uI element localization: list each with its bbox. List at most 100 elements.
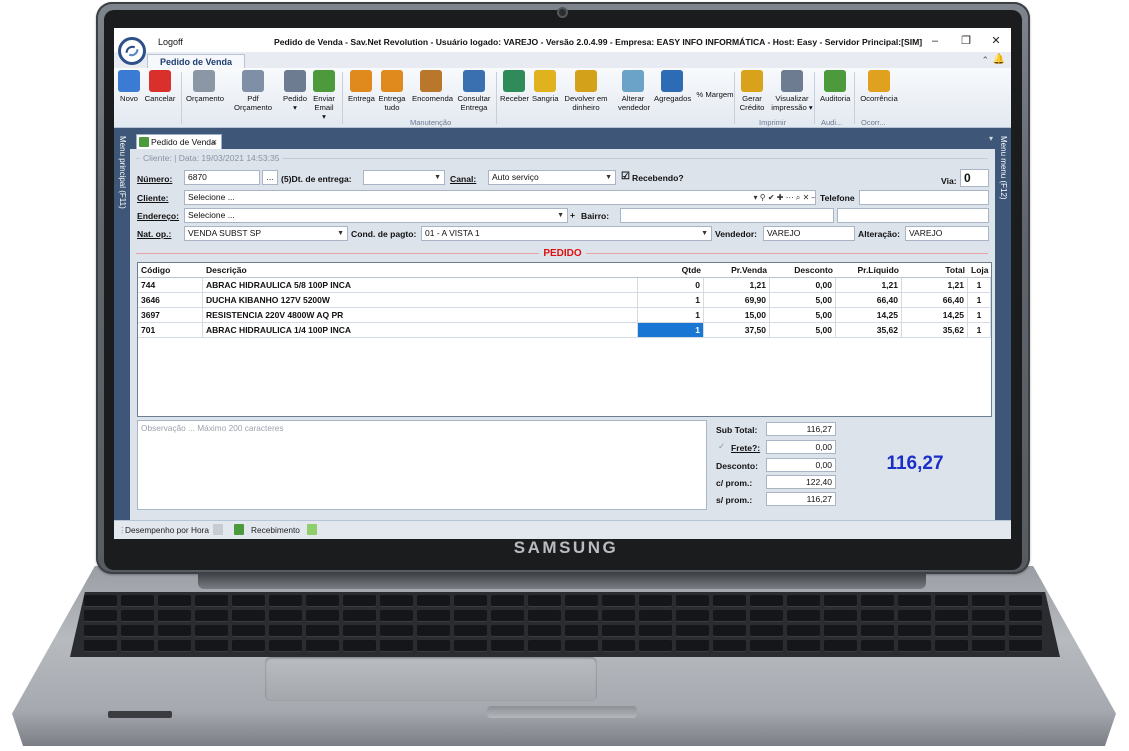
- table-cell[interactable]: ABRAC HIDRAULICA 1/4 100P INCA: [203, 323, 638, 338]
- collapse-ribbon-icon[interactable]: ⌃: [981, 55, 989, 66]
- dt-entrega-field[interactable]: ▼: [363, 170, 445, 185]
- table-cell[interactable]: 3697: [138, 308, 203, 323]
- ribbon-button-cash-register[interactable]: Receber: [500, 70, 529, 103]
- table-cell[interactable]: 1: [968, 278, 991, 293]
- table-cell[interactable]: RESISTENCIA 220V 4800W AQ PR: [203, 308, 638, 323]
- table-cell[interactable]: 66,40: [836, 293, 902, 308]
- ribbon-tab-pedido[interactable]: Pedido de Venda: [147, 54, 246, 68]
- frete-check-icon[interactable]: ✓: [718, 441, 725, 452]
- cond-pagto-select[interactable]: 01 - A VISTA 1 ▼: [421, 226, 712, 241]
- alteracao-field[interactable]: VAREJO: [905, 226, 989, 241]
- frete-field[interactable]: 0,00: [766, 440, 836, 454]
- bell-icon[interactable]: 🔔: [993, 54, 1005, 65]
- logoff-link[interactable]: Logoff: [158, 37, 183, 47]
- ribbon-button-truck-plus[interactable]: Entrega tudo: [378, 70, 406, 112]
- numero-lookup-button[interactable]: ...: [262, 170, 278, 185]
- table-cell[interactable]: 5,00: [770, 308, 836, 323]
- ribbon-button-new[interactable]: Novo: [118, 70, 140, 103]
- column-header[interactable]: Código: [138, 263, 203, 278]
- column-header[interactable]: Total: [902, 263, 968, 278]
- numero-field[interactable]: 6870: [184, 170, 260, 185]
- table-cell[interactable]: 1: [968, 308, 991, 323]
- table-row[interactable]: 744 ABRAC HIDRAULICA 5/8 100P INCA 0 1,21 0,…: [138, 278, 991, 293]
- report-icon[interactable]: [213, 524, 223, 535]
- excel-icon[interactable]: [307, 524, 317, 535]
- close-button[interactable]: ✕: [989, 34, 1003, 48]
- table-cell[interactable]: ABRAC HIDRAULICA 5/8 100P INCA: [203, 278, 638, 293]
- ribbon-button-truck[interactable]: Entrega: [348, 70, 375, 103]
- add-endereco-icon[interactable]: +: [570, 210, 575, 220]
- endereco-select[interactable]: Selecione ... ▼: [184, 208, 568, 223]
- document-tab[interactable]: Pedido de Venda ×: [136, 134, 222, 149]
- column-header[interactable]: Pr.Venda: [704, 263, 770, 278]
- table-cell[interactable]: 1: [968, 293, 991, 308]
- table-row[interactable]: 3697 RESISTENCIA 220V 4800W AQ PR 1 15,00 5,…: [138, 308, 991, 323]
- menu-menu-bar[interactable]: Menu menu (F12): [995, 128, 1011, 520]
- table-cell[interactable]: 5,00: [770, 323, 836, 338]
- table-cell[interactable]: 1: [968, 323, 991, 338]
- table-cell[interactable]: 35,62: [902, 323, 968, 338]
- table-row[interactable]: 701 ABRAC HIDRAULICA 1/4 100P INCA 1 37,50 5…: [138, 323, 991, 338]
- vendedor-field[interactable]: VAREJO: [763, 226, 855, 241]
- app-logo-icon[interactable]: [118, 37, 146, 65]
- table-cell[interactable]: 1,21: [704, 278, 770, 293]
- ribbon-button-cancel[interactable]: Cancelar: [144, 70, 176, 103]
- ribbon-button-refund[interactable]: Devolver em dinheiro: [562, 70, 610, 112]
- tab-list-dropdown-icon[interactable]: ▾: [989, 134, 993, 143]
- via-field[interactable]: 0: [960, 169, 989, 187]
- table-cell[interactable]: 69,90: [704, 293, 770, 308]
- table-cell[interactable]: 14,25: [902, 308, 968, 323]
- telefone-field[interactable]: [859, 190, 989, 205]
- ribbon-button-withdraw[interactable]: Sangria: [532, 70, 559, 103]
- table-cell[interactable]: 35,62: [836, 323, 902, 338]
- menu-principal-bar[interactable]: Menu principal (F11): [114, 128, 130, 520]
- minimize-button[interactable]: –: [928, 34, 942, 48]
- ribbon-button-budget[interactable]: Orçamento: [186, 70, 224, 103]
- column-header[interactable]: Desconto: [770, 263, 836, 278]
- table-cell[interactable]: 1,21: [836, 278, 902, 293]
- ribbon-button-email[interactable]: Enviar Email ▾: [312, 70, 336, 121]
- canal-select[interactable]: Auto serviço ▼: [488, 170, 616, 185]
- table-cell[interactable]: 5,00: [770, 293, 836, 308]
- desconto-field[interactable]: 0,00: [766, 458, 836, 472]
- table-cell[interactable]: 701: [138, 323, 203, 338]
- cliente-toolbar-icons[interactable]: ▾ ⚲ ✔ ✚ ⋯ ⌕ ✕ –: [754, 191, 815, 204]
- observacao-textarea[interactable]: Observação ... Máximo 200 caracteres: [137, 420, 707, 510]
- ribbon-button-aggregate[interactable]: Agregados: [654, 70, 691, 103]
- table-cell[interactable]: 3646: [138, 293, 203, 308]
- order-items-grid[interactable]: Código Descrição Qtde Pr.Venda Desconto Pr.Lí…: [137, 262, 992, 417]
- table-cell[interactable]: 1: [638, 293, 704, 308]
- table-cell[interactable]: 0: [638, 278, 704, 293]
- ribbon-button-user-switch[interactable]: Alterar vendedor: [618, 70, 650, 112]
- restore-button[interactable]: ❐: [959, 34, 973, 48]
- recebimento-icon[interactable]: [234, 524, 244, 535]
- natop-select[interactable]: VENDA SUBST SP ▼: [184, 226, 348, 241]
- table-cell[interactable]: 744: [138, 278, 203, 293]
- table-cell[interactable]: DUCHA KIBANHO 127V 5200W: [203, 293, 638, 308]
- ribbon-button-warning[interactable]: Ocorrência: [860, 70, 898, 103]
- column-header[interactable]: Descrição: [203, 263, 638, 278]
- table-cell[interactable]: 1,21: [902, 278, 968, 293]
- desempenho-link[interactable]: Desempenho por Hora: [125, 525, 209, 535]
- ribbon-button-pdf[interactable]: Pdf Orçamento: [228, 70, 278, 112]
- ribbon-button-credit[interactable]: Gerar Crédito: [734, 70, 770, 112]
- table-cell[interactable]: 1: [638, 323, 704, 338]
- ribbon-button-audit[interactable]: Auditoria: [820, 70, 850, 103]
- ribbon-button-print[interactable]: Pedido ▾: [282, 70, 308, 112]
- table-cell[interactable]: 14,25: [836, 308, 902, 323]
- table-cell[interactable]: 66,40: [902, 293, 968, 308]
- document-tab-close-icon[interactable]: ×: [212, 135, 217, 150]
- column-header[interactable]: Qtde: [638, 263, 704, 278]
- table-cell[interactable]: 37,50: [704, 323, 770, 338]
- table-cell[interactable]: 1: [638, 308, 704, 323]
- bairro-field[interactable]: [620, 208, 834, 223]
- column-header[interactable]: Pr.Líquido: [836, 263, 902, 278]
- cliente-select[interactable]: Selecione ... ▾ ⚲ ✔ ✚ ⋯ ⌕ ✕ –: [184, 190, 816, 205]
- table-row[interactable]: 3646 DUCHA KIBANHO 127V 5200W 1 69,90 5,00 66…: [138, 293, 991, 308]
- column-header[interactable]: Loja: [968, 263, 991, 278]
- table-cell[interactable]: 15,00: [704, 308, 770, 323]
- recebendo-checkbox[interactable]: ☑: [621, 171, 630, 182]
- bairro-extra-field[interactable]: [837, 208, 989, 223]
- ribbon-button-box[interactable]: Encomenda: [412, 70, 453, 103]
- table-cell[interactable]: 0,00: [770, 278, 836, 293]
